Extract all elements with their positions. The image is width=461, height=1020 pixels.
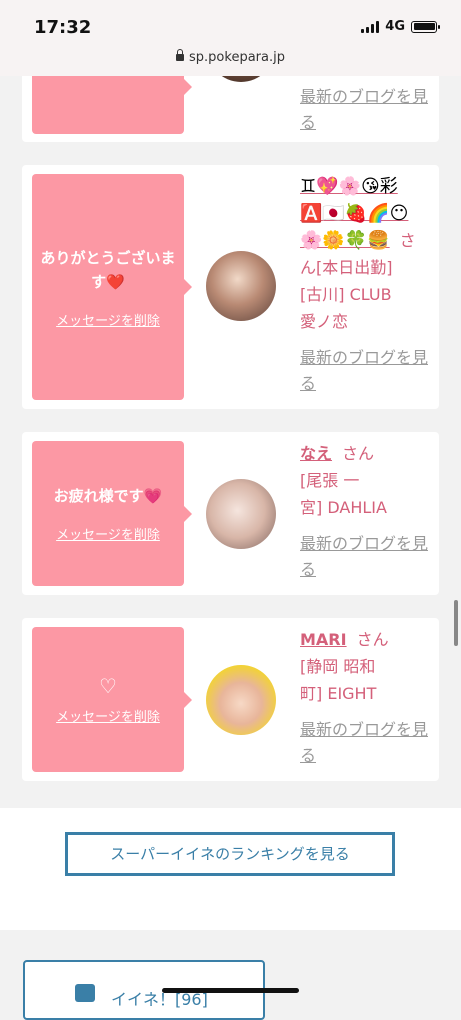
message-text: お疲れ様です💗 [53,487,163,505]
shop-info: [古川] CLUB [300,285,392,304]
message-card: ありがとうございます❤️ メッセージを削除 ♊💖🌸😘彩 🅰️🇯🇵🍓🌈😶 🌸🌼🍀🍔… [22,165,439,409]
address-bar[interactable]: sp.pokepara.jp [0,49,461,65]
avatar[interactable] [206,479,276,549]
message-text: ありがとうございます❤️ [40,248,176,291]
honorific: さ [399,231,416,250]
shop-info: [静岡 昭和 [300,657,376,676]
shop-info: 町] EIGHT [300,684,377,703]
shop-info: [尾張 一 [300,471,360,490]
delete-message-link[interactable]: メッセージを削除 [56,706,160,725]
avatar[interactable] [206,665,276,735]
sender-name-link[interactable]: MARI [300,630,347,649]
honorific: さん [356,630,389,649]
latest-blog-link[interactable]: 最新のブログを見る [300,717,430,769]
lock-icon [176,49,185,61]
heart-icon: ♡ [99,674,117,698]
home-indicator[interactable] [162,988,299,993]
status-bar: 17:32 4G sp.pokepara.jp [0,0,461,76]
delete-message-link[interactable]: メッセージを削除 [56,310,160,329]
shop-info: 宮] DAHLIA [300,498,387,517]
ranking-section: スーパーイイネのランキングを見る [0,808,461,930]
avatar[interactable] [206,251,276,321]
scrollbar[interactable] [454,600,458,646]
sender-name-emoji[interactable]: 🌸🌼🍀🍔 [300,230,390,251]
message-bubble: ありがとうございます❤️ メッセージを削除 [32,174,192,400]
latest-blog-link[interactable]: 最新のブログを見る [300,345,430,397]
thumbs-up-icon [75,984,95,1002]
shop-info: 愛ノ恋 [300,312,349,331]
latest-blog-link[interactable]: 最新のブログを見る [300,531,430,583]
network-label: 4G [385,19,405,34]
delete-message-link[interactable]: メッセージを削除 [56,524,160,543]
sender-name-emoji[interactable]: 🅰️🇯🇵🍓🌈😶 [300,200,430,227]
shop-info: ん[本日出勤] [300,258,393,277]
url-text: sp.pokepara.jp [189,50,285,65]
latest-blog-link[interactable]: 最新のブログを見る [300,84,430,136]
super-iine-ranking-button[interactable]: スーパーイイネのランキングを見る [65,832,395,876]
sender-name-emoji[interactable]: ♊💖🌸😘彩 [300,173,430,200]
message-bubble: ♡ メッセージを削除 [32,627,192,772]
message-card: お疲れ様です💗 メッセージを削除 なえ さん [尾張 一 宮] DAHLIA 最新… [22,432,439,595]
honorific: さん [342,444,375,463]
sender-name-link[interactable]: なえ [300,444,332,463]
status-icons: 4G [361,19,440,34]
battery-icon [411,20,440,33]
message-bubble: お疲れ様です💗 メッセージを削除 [32,441,192,586]
signal-icon [361,20,380,33]
status-time: 17:32 [34,17,92,38]
message-card: ♡ メッセージを削除 MARI さん [静岡 昭和 町] EIGHT 最新のブログ… [22,618,439,781]
